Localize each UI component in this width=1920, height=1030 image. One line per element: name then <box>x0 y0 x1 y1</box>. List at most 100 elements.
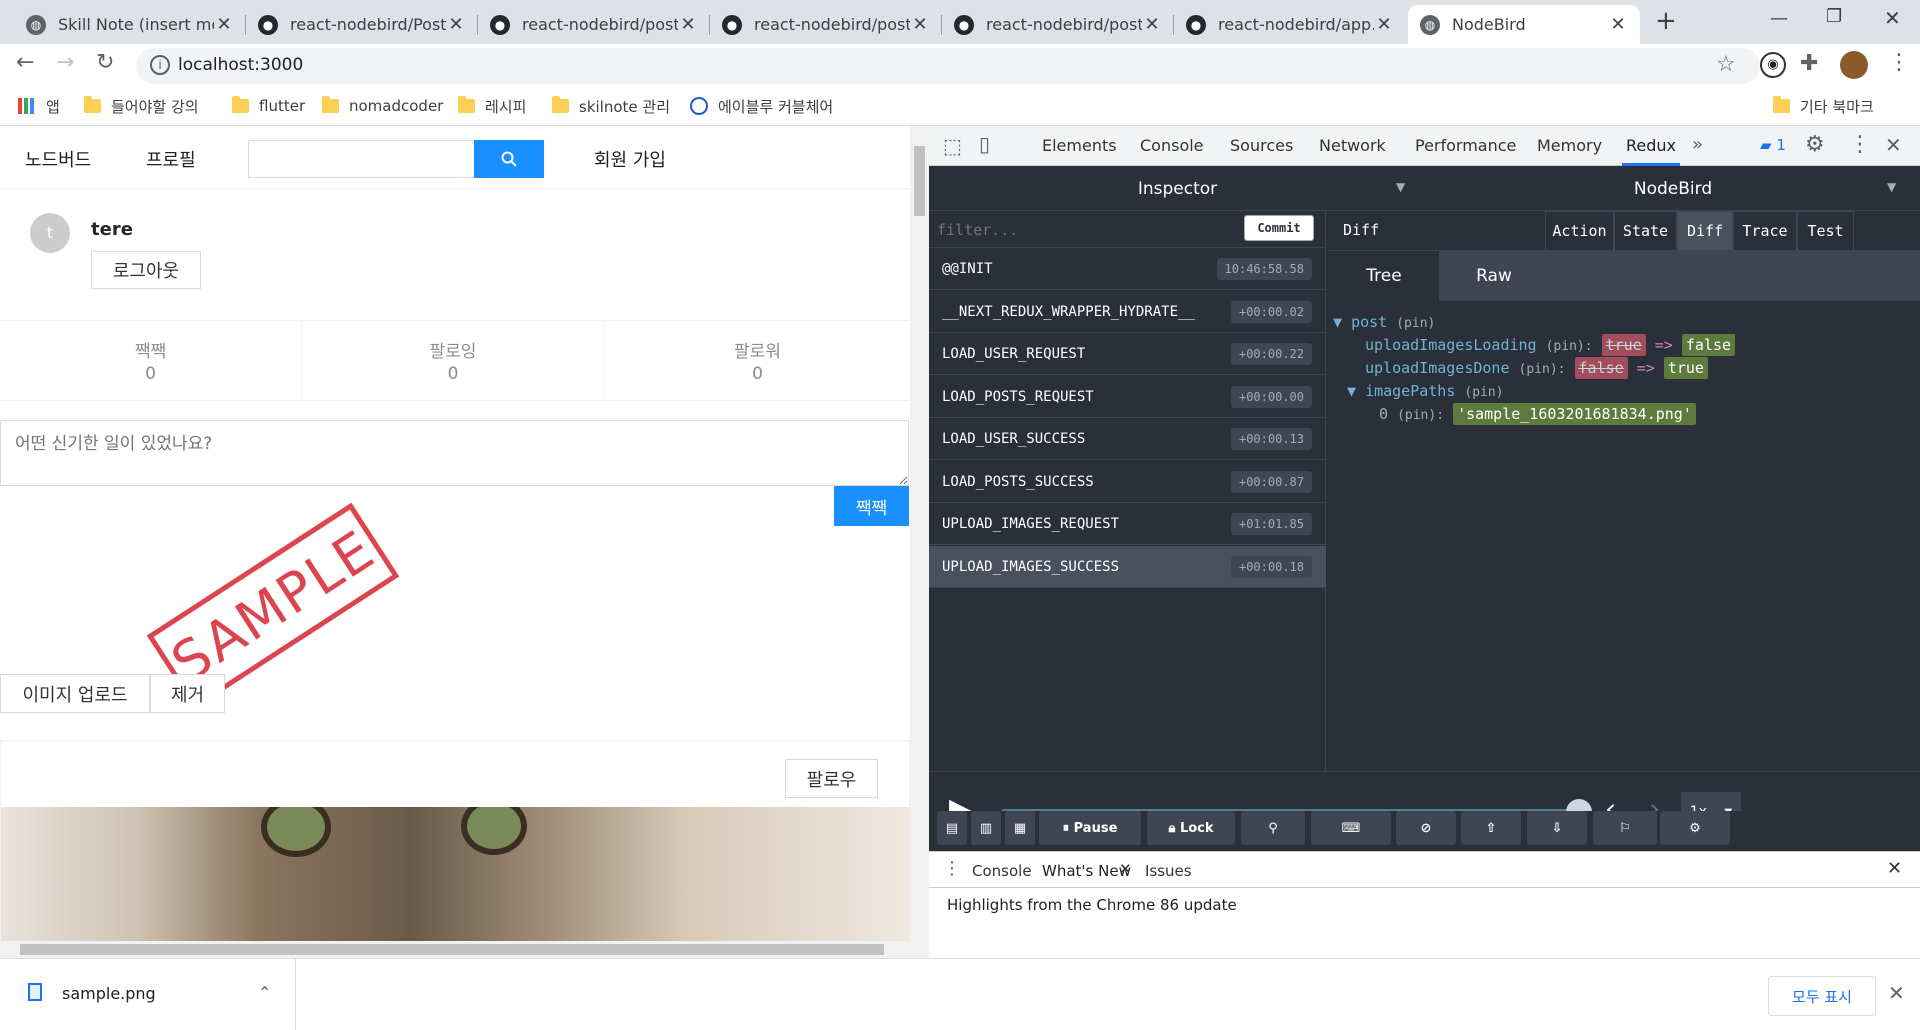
more-tabs-icon[interactable]: » <box>1692 134 1703 155</box>
recorder-icon[interactable]: ⊘ <box>1396 811 1456 845</box>
menu-icon[interactable]: ⋮ <box>1888 50 1910 75</box>
close-devtools-icon[interactable]: ✕ <box>1885 133 1902 157</box>
keyboard-icon[interactable]: ⌨ <box>1311 811 1391 845</box>
drawer-tab-whats-new[interactable]: What's New <box>1042 862 1131 880</box>
close-download-shelf-icon[interactable]: ✕ <box>1888 981 1905 1005</box>
commit-button[interactable]: Commit <box>1244 215 1314 241</box>
tab-test[interactable]: Test <box>1797 211 1854 251</box>
bookmark-folder-skilnote[interactable]: skilnote 관리 <box>552 94 670 118</box>
tab-action[interactable]: Action <box>1545 211 1614 251</box>
drawer-tab-console[interactable]: Console <box>972 862 1032 880</box>
scrollbar-thumb[interactable] <box>914 146 925 216</box>
remote-icon[interactable]: ⚐ <box>1593 811 1657 845</box>
close-icon[interactable]: ✕ <box>214 14 234 35</box>
lock-button[interactable]: 🔒︎ Lock <box>1147 811 1235 845</box>
tab-network[interactable]: Network <box>1319 126 1386 166</box>
tab-memory[interactable]: Memory <box>1537 126 1602 166</box>
address-bar[interactable]: i localhost:3000 ☆ <box>136 48 1760 84</box>
search-button[interactable] <box>474 140 544 178</box>
back-icon[interactable]: ← <box>16 50 34 75</box>
download-item[interactable]: sample.png ⌃ <box>0 959 296 1030</box>
bookmark-other[interactable]: 기타 북마크 <box>1773 94 1874 118</box>
tab-diff[interactable]: Diff <box>1677 211 1733 251</box>
close-icon[interactable]: ✕ <box>446 14 466 35</box>
image-upload-button[interactable]: 이미지 업로드 <box>0 674 150 713</box>
image-remove-button[interactable]: 제거 <box>150 674 225 713</box>
tree-node-post[interactable]: ▼ post (pin) <box>1333 313 1435 331</box>
upload-icon[interactable]: ⇧ <box>1461 811 1521 845</box>
close-icon[interactable]: ✕ <box>1142 14 1162 35</box>
chevron-down-icon[interactable]: ▼ <box>1396 180 1405 194</box>
pause-button[interactable]: ⏸ Pause <box>1039 811 1141 845</box>
pin-icon[interactable]: ⚲ <box>1241 811 1305 845</box>
tab-github-post-1[interactable]: ● react-nodebird/post.js ✕ <box>478 5 710 44</box>
tab-tree[interactable]: Tree <box>1329 251 1439 301</box>
close-icon[interactable]: ✕ <box>678 14 698 35</box>
layout-left-icon[interactable]: ▤ <box>937 811 967 845</box>
filter-input[interactable] <box>937 217 1237 243</box>
gear-icon[interactable]: ⚙ <box>1660 811 1730 845</box>
tab-performance[interactable]: Performance <box>1415 126 1516 166</box>
tab-console[interactable]: Console <box>1140 126 1204 166</box>
tab-github-app[interactable]: ● react-nodebird/app.js ✕ <box>1174 5 1406 44</box>
minimize-button[interactable]: — <box>1770 8 1788 29</box>
drawer-menu-icon[interactable]: ⋮ <box>943 858 961 879</box>
new-tab-button[interactable]: + <box>1655 6 1677 36</box>
forward-icon[interactable]: → <box>56 50 74 75</box>
window-close-button[interactable]: ✕ <box>1884 6 1901 30</box>
chevron-up-icon[interactable]: ⌃ <box>258 983 271 1002</box>
info-icon[interactable]: i <box>150 55 170 75</box>
tab-trace[interactable]: Trace <box>1733 211 1797 251</box>
star-icon[interactable]: ☆ <box>1716 52 1736 77</box>
show-all-button[interactable]: 모두 표시 <box>1768 976 1876 1016</box>
bookmark-ablue[interactable]: 에이블루 커블체어 <box>690 94 833 118</box>
layout-right-icon[interactable]: ▥ <box>971 811 1001 845</box>
drawer-tab-issues[interactable]: Issues <box>1145 862 1192 880</box>
layout-bottom-icon[interactable]: ▦ <box>1005 811 1035 845</box>
logout-button[interactable]: 로그아웃 <box>91 251 201 289</box>
bookmark-folder-lectures[interactable]: 들어야할 강의 <box>84 94 199 118</box>
download-icon[interactable]: ⇩ <box>1527 811 1587 845</box>
action-item[interactable]: LOAD_USER_REQUEST +00:00.22 <box>929 333 1326 375</box>
inspect-icon[interactable]: ⬚ <box>943 134 962 158</box>
search-input[interactable] <box>248 140 474 178</box>
nav-profile[interactable]: 프로필 <box>146 146 196 172</box>
monitor-select[interactable]: Inspector <box>929 166 1426 211</box>
tab-nodebird[interactable]: ◍ NodeBird ✕ <box>1408 5 1640 44</box>
settings-icon[interactable]: ⚙ <box>1805 132 1825 157</box>
extension-icon[interactable]: ◉ <box>1760 52 1786 78</box>
url-text[interactable]: localhost:3000 <box>178 55 303 75</box>
device-toolbar-icon[interactable]: ▯ <box>979 132 990 156</box>
tab-state[interactable]: State <box>1614 211 1677 251</box>
kebab-icon[interactable]: ⋮ <box>1849 132 1871 157</box>
post-image[interactable] <box>1 807 910 958</box>
action-item-selected[interactable]: UPLOAD_IMAGES_SUCCESS +00:00.18 <box>929 546 1326 588</box>
nav-home[interactable]: 노드버드 <box>25 146 91 172</box>
restore-button[interactable]: ❐ <box>1826 6 1842 27</box>
close-drawer-icon[interactable]: ✕ <box>1887 858 1902 879</box>
tweet-submit-button[interactable]: 짹짹 <box>834 486 909 526</box>
close-icon[interactable]: ✕ <box>910 14 930 35</box>
store-select[interactable]: NodeBird <box>1426 166 1920 211</box>
horizontal-scrollbar[interactable] <box>0 941 929 958</box>
chevron-down-icon[interactable]: ▼ <box>1887 180 1896 194</box>
tree-node-imagePaths[interactable]: ▼ imagePaths (pin) <box>1347 382 1504 400</box>
follow-button[interactable]: 팔로우 <box>785 759 878 798</box>
tab-elements[interactable]: Elements <box>1042 126 1117 166</box>
reload-icon[interactable]: ↻ <box>96 50 114 75</box>
tab-github-post-3[interactable]: ● react-nodebird/post.js ✕ <box>942 5 1174 44</box>
post-textarea[interactable] <box>0 420 909 486</box>
puzzle-icon[interactable]: ✚ <box>1800 51 1818 76</box>
action-item[interactable]: LOAD_POSTS_REQUEST +00:00.00 <box>929 376 1326 418</box>
close-icon[interactable]: ✕ <box>1608 14 1628 35</box>
bookmark-apps[interactable]: 앱 <box>18 94 60 118</box>
tab-github-postform[interactable]: ● react-nodebird/PostFo ✕ <box>246 5 478 44</box>
tab-redux[interactable]: Redux <box>1622 126 1681 166</box>
bookmark-folder-recipes[interactable]: 레시피 <box>458 94 526 118</box>
action-item[interactable]: __NEXT_REDUX_WRAPPER_HYDRATE__ +00:00.02 <box>929 291 1326 333</box>
bookmark-folder-flutter[interactable]: flutter <box>232 94 305 118</box>
vertical-scrollbar[interactable] <box>910 126 929 941</box>
bookmark-folder-nomadcoder[interactable]: nomadcoder <box>322 94 443 118</box>
scrollbar-thumb[interactable] <box>20 944 884 955</box>
action-item[interactable]: LOAD_POSTS_SUCCESS +00:00.87 <box>929 461 1326 503</box>
